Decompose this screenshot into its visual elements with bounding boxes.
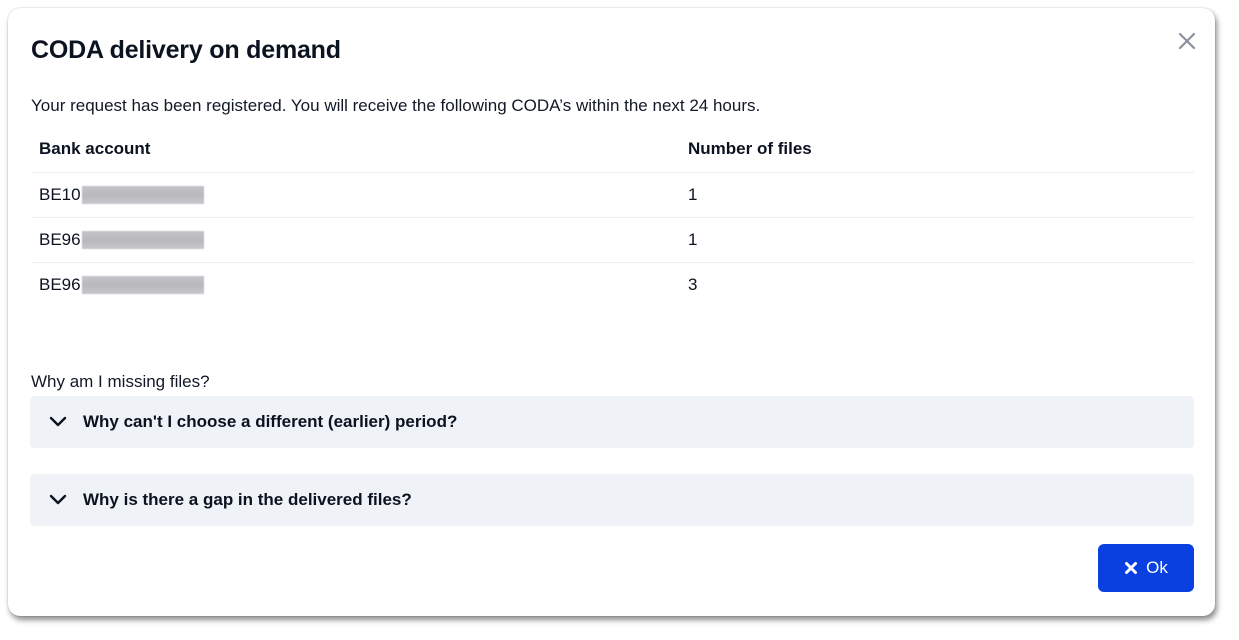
dialog-title: CODA delivery on demand (31, 36, 341, 64)
table-row: BE96 1 (31, 217, 1194, 263)
missing-files-label: Why am I missing files? (31, 372, 210, 391)
column-header-bank-account: Bank account (31, 126, 680, 173)
bank-account-cell: BE96 (31, 263, 680, 308)
number-of-files-cell: 3 (688, 275, 698, 294)
bank-account-cell: BE96 (31, 217, 680, 263)
faq-question: Why can't I choose a different (earlier)… (83, 412, 458, 431)
coda-delivery-dialog: CODA delivery on demand Your request has… (8, 8, 1215, 616)
close-icon (1178, 32, 1196, 50)
bank-account-cell: BE10 (31, 172, 680, 218)
ok-button[interactable]: Ok (1098, 544, 1194, 592)
accounts-table: Bank account Number of files BE10 1 BE96 (31, 126, 1194, 307)
bank-account-prefix: BE10 (39, 185, 81, 204)
faq-question: Why is there a gap in the delivered file… (83, 490, 412, 509)
faq-item-gap-delivered-files[interactable]: Why is there a gap in the delivered file… (30, 474, 1194, 526)
times-icon (1124, 561, 1138, 575)
close-button[interactable] (1173, 27, 1201, 55)
table-row: BE10 1 (31, 172, 1194, 218)
number-of-files-cell: 1 (680, 172, 1194, 218)
table-header-row: Bank account Number of files (31, 126, 1194, 173)
chevron-down-icon (48, 490, 68, 510)
intro-text: Your request has been registered. You wi… (31, 96, 761, 115)
bank-account-prefix: BE96 (39, 230, 81, 249)
number-of-files-cell: 1 (680, 217, 1194, 263)
redacted-account-number (81, 231, 204, 249)
faq-item-earlier-period[interactable]: Why can't I choose a different (earlier)… (30, 396, 1194, 448)
column-header-number-of-files: Number of files (680, 126, 1194, 173)
redacted-account-number (81, 276, 204, 294)
redacted-account-number (81, 186, 204, 204)
ok-button-label: Ok (1146, 558, 1168, 577)
bank-account-prefix: BE96 (39, 275, 81, 294)
table-row: BE96 3 (31, 263, 1194, 308)
chevron-down-icon (48, 412, 68, 432)
